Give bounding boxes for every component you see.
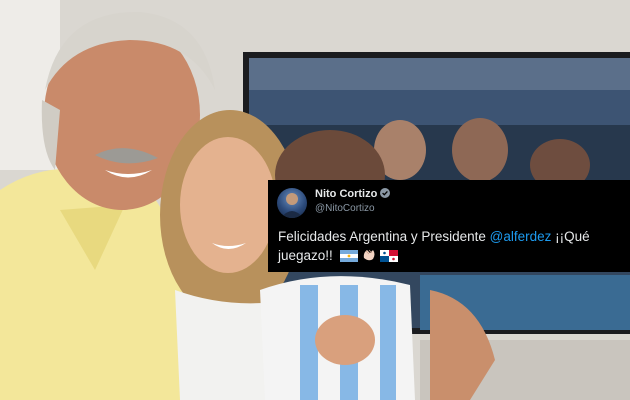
tweet-card[interactable]: Nito Cortizo @NitoCortizo Felicidades Ar…	[268, 180, 630, 272]
tweet-text-prefix: Felicidades Argentina y Presidente	[278, 229, 490, 244]
clapping-hands-icon	[363, 249, 375, 261]
display-name-text: Nito Cortizo	[315, 188, 378, 200]
tweet-text: Felicidades Argentina y Presidente @alfe…	[278, 227, 623, 265]
mention-link[interactable]: @alferdez	[490, 229, 552, 244]
profile-avatar[interactable]	[277, 188, 307, 218]
argentina-flag-icon	[339, 250, 358, 262]
verified-badge-icon	[380, 188, 391, 198]
display-name[interactable]: Nito Cortizo	[315, 188, 391, 200]
user-handle[interactable]: @NitoCortizo	[315, 203, 375, 214]
panama-flag-icon	[379, 250, 398, 262]
